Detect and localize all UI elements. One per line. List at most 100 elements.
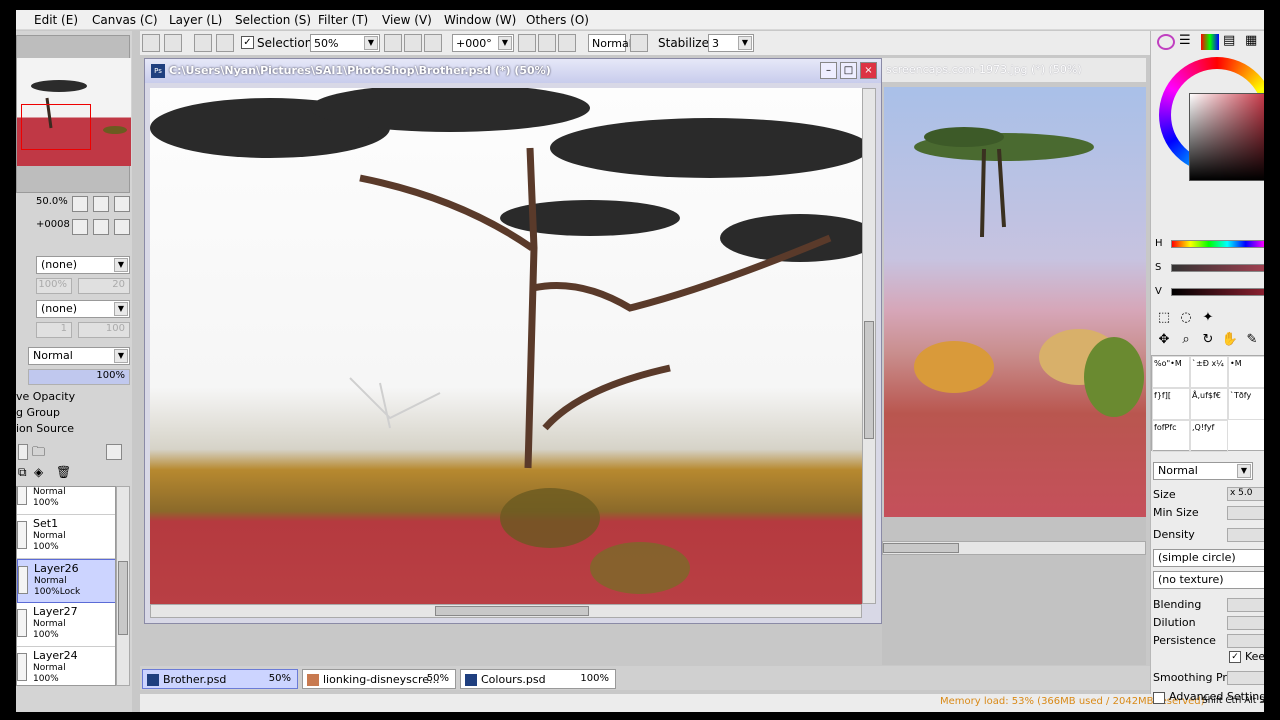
- layer-row[interactable]: Layer26 Normal 100%Lock: [17, 559, 115, 603]
- folder-icon[interactable]: 🗀: [32, 443, 45, 465]
- clear-layer-icon[interactable]: ◈: [34, 465, 43, 479]
- navigator-view-rect[interactable]: [21, 104, 91, 150]
- close-button[interactable]: ×: [860, 62, 877, 79]
- saturation-value-box[interactable]: [1189, 93, 1264, 181]
- hsv-slider-tab-icon[interactable]: [1201, 34, 1219, 50]
- brush-texture-dropdown[interactable]: (no texture): [1153, 571, 1264, 589]
- zoom-fit-tb-button[interactable]: [424, 34, 442, 52]
- swatch-tab-icon[interactable]: ▤: [1223, 34, 1241, 50]
- new-mask-button[interactable]: [106, 444, 122, 460]
- texture-dropdown-b[interactable]: (none) ▼: [36, 300, 130, 318]
- rotate-reset-button[interactable]: [114, 219, 130, 235]
- magic-wand-icon[interactable]: ✦: [1199, 309, 1217, 327]
- menu-others[interactable]: Others (O): [526, 13, 589, 27]
- new-layer-button[interactable]: [18, 444, 28, 460]
- canvas-vscrollbar[interactable]: [862, 88, 876, 604]
- texture-a-percent[interactable]: 100%: [36, 278, 72, 294]
- drawing-canvas[interactable]: [150, 88, 862, 604]
- keep-opacity-checkbox[interactable]: ✓: [1229, 651, 1241, 663]
- zoom-icon[interactable]: ⌕: [1177, 331, 1195, 349]
- persistence-slider[interactable]: [1227, 634, 1264, 648]
- rotate-left-button[interactable]: [72, 219, 88, 235]
- saturation-slider[interactable]: [1171, 264, 1264, 272]
- layer-row[interactable]: Layer24 Normal 100%: [17, 647, 115, 685]
- rotate-right-button[interactable]: [93, 219, 109, 235]
- zoom-field[interactable]: 50% ▼: [310, 34, 380, 52]
- blending-slider[interactable]: [1227, 598, 1264, 612]
- zoom-out-tb-button[interactable]: [384, 34, 402, 52]
- brush-cell[interactable]: •M: [1228, 356, 1264, 388]
- minimize-button[interactable]: –: [820, 62, 837, 79]
- hue-slider[interactable]: [1171, 240, 1264, 248]
- tab-lionking[interactable]: lionking-disneyscre... 50%: [302, 669, 456, 689]
- selection-checkbox[interactable]: ✓: [241, 36, 254, 49]
- layer-list-scrollbar[interactable]: [116, 486, 130, 686]
- invert-selection-button[interactable]: [216, 34, 234, 52]
- redo-button[interactable]: [164, 34, 182, 52]
- eyedropper-icon[interactable]: ✎: [1243, 331, 1261, 349]
- trash-icon[interactable]: 🗑: [56, 465, 71, 479]
- canvas-vscroll-thumb[interactable]: [864, 321, 874, 439]
- deselect-button[interactable]: [194, 34, 212, 52]
- tab-brother[interactable]: Brother.psd 50%: [142, 669, 298, 689]
- advanced-settings-checkbox[interactable]: [1153, 692, 1165, 704]
- layer-opacity-slider[interactable]: 100%: [28, 369, 130, 385]
- layer-row[interactable]: Layer27 Normal 100%: [17, 603, 115, 647]
- menu-filter[interactable]: Filter (T): [318, 13, 368, 27]
- menu-edit[interactable]: Edit (E): [34, 13, 78, 27]
- reference-scroll-thumb[interactable]: [883, 543, 959, 553]
- brush-cell[interactable]: ,Q!fyf: [1190, 420, 1228, 452]
- menu-view[interactable]: View (V): [382, 13, 432, 27]
- option-selection-source[interactable]: ion Source: [16, 422, 74, 435]
- flip-view-button[interactable]: [630, 34, 648, 52]
- undo-button[interactable]: [142, 34, 160, 52]
- stabilizer-field[interactable]: 3 ▼: [708, 34, 754, 52]
- tab-colours[interactable]: Colours.psd 100%: [460, 669, 616, 689]
- option-clipping-group[interactable]: g Group: [16, 406, 60, 419]
- smoothing-slider[interactable]: [1227, 671, 1264, 685]
- brush-cell[interactable]: %o"•M: [1152, 356, 1190, 388]
- size-multiplier[interactable]: x 5.0: [1227, 487, 1264, 501]
- rgb-slider-tab-icon[interactable]: ☰: [1179, 34, 1197, 50]
- layer-blend-dropdown[interactable]: Normal ▼: [28, 347, 130, 365]
- menu-window[interactable]: Window (W): [444, 13, 516, 27]
- option-preserve-opacity[interactable]: ve Opacity: [16, 390, 75, 403]
- value-slider[interactable]: [1171, 288, 1264, 296]
- texture-dropdown-a[interactable]: (none) ▼: [36, 256, 130, 274]
- canvas-hscroll-thumb[interactable]: [435, 606, 589, 616]
- rect-select-icon[interactable]: ⬚: [1155, 309, 1173, 327]
- layer-action-icon[interactable]: ⧉: [18, 465, 27, 480]
- navigator-thumbnail[interactable]: [17, 58, 131, 166]
- angle-field[interactable]: +000° ▼: [452, 34, 514, 52]
- scratchpad-tab-icon[interactable]: ▦: [1245, 34, 1263, 50]
- texture-a-strength[interactable]: 20: [78, 278, 130, 294]
- menu-selection[interactable]: Selection (S): [235, 13, 311, 27]
- brush-cell[interactable]: Å,uf$f€: [1190, 388, 1228, 420]
- document-titlebar[interactable]: Ps C:\Users\Nyan\Pictures\SAI1\PhotoShop…: [145, 59, 881, 83]
- move-icon[interactable]: ✥: [1155, 331, 1173, 349]
- texture-b-field-1[interactable]: 1: [36, 322, 72, 338]
- rotate-reset-tb-button[interactable]: [558, 34, 576, 52]
- zoom-reset-button[interactable]: [114, 196, 130, 212]
- rotate-cw-button[interactable]: [538, 34, 556, 52]
- hand-icon[interactable]: ✋: [1221, 331, 1239, 349]
- menu-canvas[interactable]: Canvas (C): [92, 13, 158, 27]
- texture-b-field-2[interactable]: 100: [78, 322, 130, 338]
- brush-cell[interactable]: f}f][: [1152, 388, 1190, 420]
- layer-row[interactable]: Set1 Normal 100%: [17, 515, 115, 559]
- brush-blend-dropdown[interactable]: Normal ▼: [1153, 462, 1253, 480]
- brush-shape-dropdown[interactable]: (simple circle): [1153, 549, 1264, 567]
- reference-window-title[interactable]: screencaps.com-1973.jpg (*) (50%): [882, 58, 1146, 82]
- zoom-in-tb-button[interactable]: [404, 34, 422, 52]
- lasso-icon[interactable]: ◌: [1177, 309, 1195, 327]
- reference-hscrollbar[interactable]: [882, 541, 1146, 555]
- view-blend-field[interactable]: Normal: [588, 34, 632, 52]
- maximize-button[interactable]: □: [840, 62, 857, 79]
- density-slider[interactable]: [1227, 528, 1264, 542]
- rotate-ccw-button[interactable]: [518, 34, 536, 52]
- rotate-icon[interactable]: ↻: [1199, 331, 1217, 349]
- layer-scroll-thumb[interactable]: [118, 561, 128, 635]
- brush-cell[interactable]: fofPfc: [1152, 420, 1190, 452]
- min-size-slider[interactable]: [1227, 506, 1264, 520]
- menu-layer[interactable]: Layer (L): [169, 13, 222, 27]
